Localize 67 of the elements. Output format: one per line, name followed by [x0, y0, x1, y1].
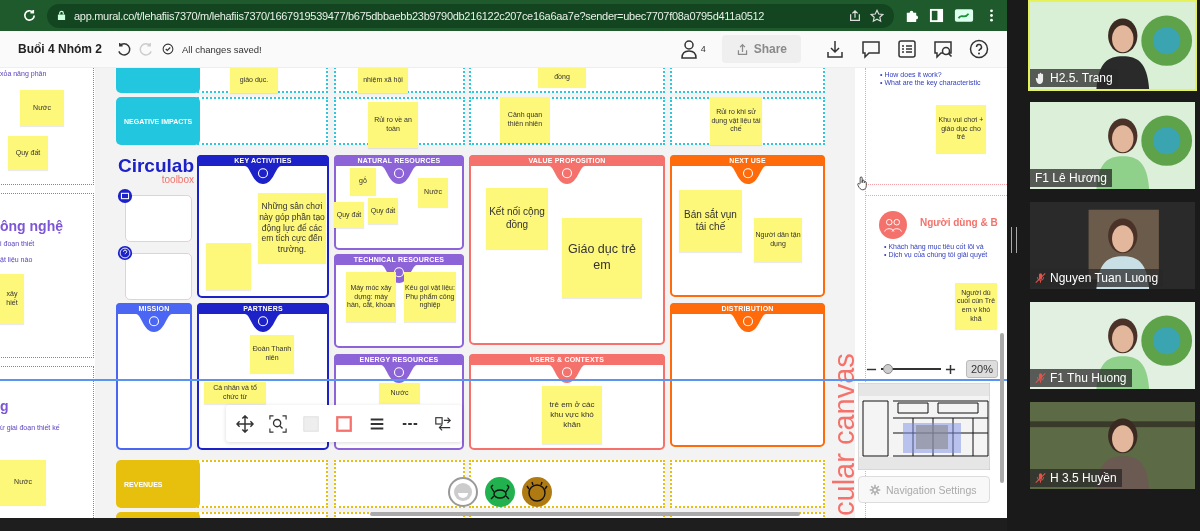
search-icon[interactable]	[933, 39, 953, 59]
undo-icon[interactable]	[116, 41, 131, 57]
outline-icon[interactable]	[897, 39, 917, 59]
participant-name: H2.5. Trang	[1050, 71, 1113, 85]
user-count: 4	[700, 44, 706, 54]
reload-icon[interactable]	[22, 8, 37, 23]
vertical-title: cular canvas	[828, 352, 860, 516]
card-emblem-icon	[729, 314, 766, 332]
upload-icon	[735, 42, 749, 56]
video-tile[interactable]: H 3.5 Huyền	[1028, 400, 1197, 491]
section-heading: Người dùng & B	[920, 217, 998, 228]
card-emblem-icon	[549, 166, 585, 184]
plus-icon[interactable]	[945, 363, 956, 375]
participant-name: F1 Thu Huong	[1050, 371, 1127, 385]
participant-name: H 3.5 Huyền	[1050, 471, 1117, 485]
people-icon	[879, 211, 907, 239]
lock-icon	[57, 10, 66, 21]
url-text: app.mural.co/t/lehafiis7370/m/lehafiis7370/1667919539477/b675dbbaebb23b9790db216122c207ce16a6aa7e?sender=ubec7707f08a0795d411a0512	[74, 9, 766, 22]
video-tile[interactable]: F1 Thu Huong	[1028, 300, 1197, 391]
participant-name: F1 Lê Hương	[1035, 171, 1107, 185]
video-tile[interactable]: Nguyen Tuan Luong	[1028, 200, 1197, 291]
participant-name: Nguyen Tuan Luong	[1050, 271, 1159, 285]
gear-icon	[869, 483, 881, 496]
sidebar-icon[interactable]	[929, 8, 944, 23]
minimap[interactable]	[858, 383, 990, 470]
border-color-icon[interactable]	[335, 414, 353, 433]
circulab-logo: Circulab toolbox	[116, 156, 194, 185]
save-status: All changes saved!	[182, 43, 262, 55]
sticky-note[interactable]: trẻ em ở các khu vực khó khăn	[542, 386, 602, 444]
user-icon[interactable]	[678, 39, 699, 59]
board-canvas[interactable]	[0, 68, 1007, 518]
hedgehog-icon[interactable]	[522, 477, 552, 507]
card-emblem-icon	[245, 314, 281, 332]
swap-icon[interactable]	[434, 414, 452, 433]
fill-color-icon[interactable]	[302, 414, 320, 433]
video-tile[interactable]: H2.5. Trang	[1028, 0, 1197, 91]
help-icon[interactable]	[969, 39, 989, 59]
image-icon	[117, 188, 133, 204]
empty-box	[125, 253, 192, 300]
card-emblem-icon	[136, 314, 172, 332]
share-icon[interactable]	[848, 8, 862, 23]
video-tile[interactable]: F1 Lê Hương	[1028, 100, 1197, 191]
side-heading: g	[0, 398, 9, 414]
smiley-icon[interactable]	[448, 477, 478, 507]
mural-title[interactable]: Buổi 4 Nhóm 2	[18, 42, 102, 56]
card-emblem-icon	[729, 166, 766, 184]
download-icon[interactable]	[825, 39, 845, 59]
hand-cursor-icon	[857, 176, 868, 191]
card-emblem-icon	[381, 166, 417, 184]
sticky-note[interactable]: Kết nối cộng đồng	[486, 188, 548, 249]
zoom-icon[interactable]	[269, 414, 287, 433]
zoom-level[interactable]: 20%	[966, 360, 999, 378]
move-icon[interactable]	[236, 414, 254, 433]
question-icon	[117, 245, 133, 261]
puzzle-icon[interactable]	[904, 8, 919, 23]
empty-box	[125, 195, 192, 242]
star-icon[interactable]	[870, 8, 884, 23]
side-heading: ông nghệ	[0, 218, 63, 234]
sticky-note[interactable]: Những sân chơi này góp phần tạo động lực để các em tích cực đến trường.	[258, 193, 326, 263]
comment-icon[interactable]	[861, 39, 881, 59]
address-bar[interactable]: app.mural.co/t/lehafiis7370/m/lehafiis7370/1667919539477/b675dbbaebb23b9790db216122c207ce16a6aa7e?sender=ubec7707f08a0795d411a0512	[47, 3, 894, 28]
extension-icon[interactable]	[954, 8, 974, 23]
check-icon	[162, 43, 174, 55]
card-emblem-icon	[245, 166, 281, 184]
sticky-note[interactable]: Giáo dục trẻ em	[562, 218, 642, 298]
crab-icon[interactable]	[485, 477, 515, 507]
sticky-note[interactable]: Bán sắt vụn tái chế	[679, 190, 742, 252]
